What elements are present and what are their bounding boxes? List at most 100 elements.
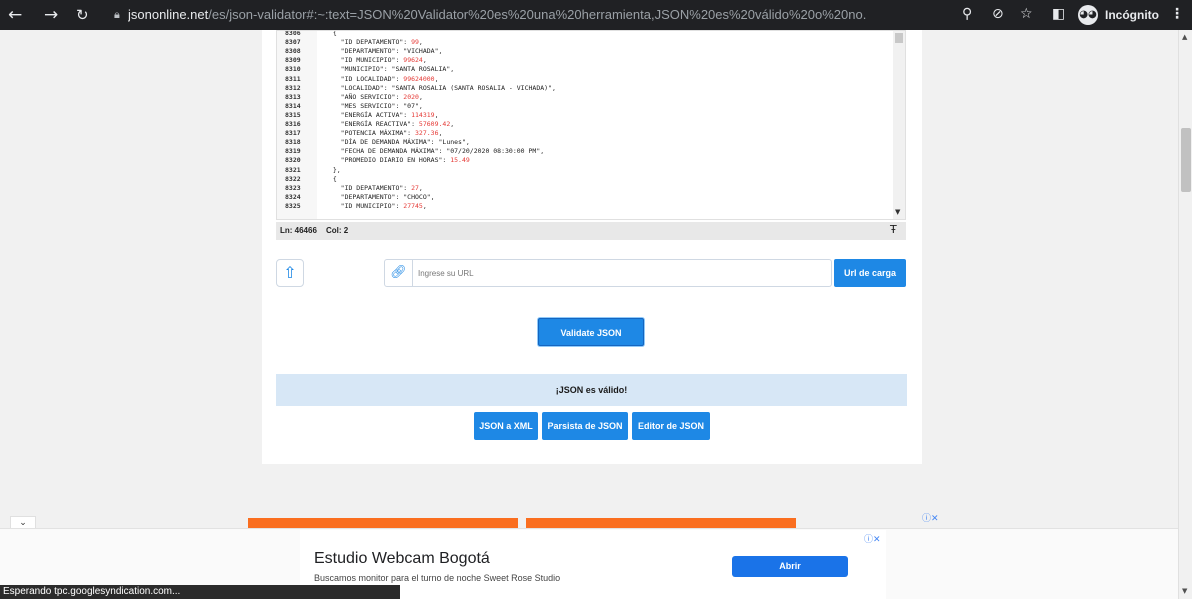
code-text: "ID DEPATAMENTO": 27, bbox=[325, 184, 423, 192]
format-icon[interactable]: Ŧ bbox=[890, 223, 897, 236]
editor-line[interactable]: 8324 "DEPARTAMENTO": "CHOCO", bbox=[277, 193, 877, 201]
load-url-button[interactable]: Url de carga bbox=[834, 259, 906, 287]
incognito-label: Incógnito bbox=[1105, 8, 1159, 22]
editor-line[interactable]: 8312 "LOCALIDAD": "SANTA ROSALIA (SANTA … bbox=[277, 84, 877, 92]
json-number: 2020 bbox=[403, 92, 419, 101]
editor-line[interactable]: 8307 "ID DEPATAMENTO": 99, bbox=[277, 38, 877, 46]
ad-banner-left[interactable] bbox=[248, 518, 518, 528]
json-key: "ID MUNICIPIO": bbox=[325, 201, 404, 210]
validate-json-button[interactable]: Validate JSON bbox=[538, 318, 644, 346]
json-number: 99624000 bbox=[403, 74, 435, 83]
reload-icon[interactable]: ↻ bbox=[76, 6, 89, 24]
address-text[interactable]: jsononline.net/es/json-validator#:~:text… bbox=[128, 7, 948, 22]
lock-icon[interactable]: 🔒︎ bbox=[114, 8, 120, 22]
editor-line[interactable]: 8325 "ID MUNICIPIO": 27745, bbox=[277, 202, 877, 210]
code-text: "DÍA DE DEMANDA MÁXIMA": "Lunes", bbox=[325, 138, 470, 147]
editor-line[interactable]: 8319 "FECHA DE DEMANDA MÁXIMA": "07/20/2… bbox=[277, 147, 877, 155]
eye-slash-icon[interactable]: ⊘ bbox=[992, 6, 1004, 22]
json-to-xml-button[interactable]: JSON a XML bbox=[474, 412, 538, 440]
ad-title[interactable]: Estudio Webcam Bogotá bbox=[314, 550, 490, 568]
line-number: 8314 bbox=[285, 101, 301, 110]
editor-line[interactable]: 8318 "DÍA DE DEMANDA MÁXIMA": "Lunes", bbox=[277, 138, 877, 146]
code-text: "ID DEPATAMENTO": 99, bbox=[325, 38, 423, 46]
editor-line[interactable]: 8322 { bbox=[277, 175, 877, 183]
line-number: 8317 bbox=[285, 129, 301, 138]
editor-line[interactable]: 8314 "MES SERVICIO": "07", bbox=[277, 102, 877, 110]
arrow-left-icon[interactable]: ← bbox=[8, 5, 22, 25]
json-punctuation: , bbox=[422, 56, 427, 65]
editor-line[interactable]: 8313 "AÑO SERVICIO": 2020, bbox=[277, 93, 877, 101]
json-key: "ID DEPATAMENTO": bbox=[325, 183, 412, 192]
ad-choices-icon[interactable]: ⓘ✕ bbox=[922, 511, 939, 524]
code-text: "PROMEDIO DIARIO EN HORAS": 15.49 bbox=[325, 156, 470, 164]
line-number: 8312 bbox=[285, 83, 301, 92]
address-bar[interactable]: 🔒︎ jsononline.net/es/json-validator#:~:t… bbox=[108, 3, 948, 27]
line-number: 8319 bbox=[285, 147, 301, 156]
json-key: "ID MUNICIPIO": bbox=[325, 56, 404, 65]
panel-icon[interactable]: ◧ bbox=[1052, 6, 1065, 22]
line-number: 8318 bbox=[285, 138, 301, 147]
editor-line[interactable]: 8308 "DEPARTAMENTO": "VICHADA", bbox=[277, 47, 877, 55]
code-text: "AÑO SERVICIO": 2020, bbox=[325, 93, 423, 101]
line-number: 8308 bbox=[285, 47, 301, 56]
code-text: "MUNICIPIO": "SANTA ROSALIA", bbox=[325, 65, 455, 74]
line-number: 8315 bbox=[285, 110, 301, 119]
editor-line[interactable]: 8323 "ID DEPATAMENTO": 27, bbox=[277, 184, 877, 192]
json-number: 57609.42 bbox=[418, 120, 451, 128]
json-number: 27 bbox=[411, 183, 419, 192]
editor-line[interactable]: 8320 "PROMEDIO DIARIO EN HORAS": 15.49 bbox=[277, 156, 877, 164]
magnifier-icon[interactable]: ⚲ bbox=[962, 6, 972, 22]
json-key: "AÑO SERVICIO": bbox=[325, 92, 404, 101]
json-number: 27745 bbox=[403, 201, 423, 210]
page-scrollbar[interactable]: ▲ ▼ bbox=[1178, 30, 1192, 599]
ad-description: Buscamos monitor para el turno de noche … bbox=[314, 573, 561, 583]
editor-line[interactable]: 8309 "ID MUNICIPIO": 99624, bbox=[277, 56, 877, 64]
code-text: "LOCALIDAD": "SANTA ROSALIA (SANTA ROSAL… bbox=[325, 83, 556, 92]
line-number: 8324 bbox=[285, 192, 301, 201]
code-text: "FECHA DE DEMANDA MÁXIMA": "07/20/2020 0… bbox=[325, 147, 545, 156]
json-punctuation: , bbox=[450, 120, 455, 128]
editor-statusbar: Ln: 46466 Col: 2 Ŧ bbox=[276, 222, 906, 240]
ad-close-icon[interactable]: ⓘ✕ bbox=[864, 532, 881, 545]
incognito-indicator[interactable]: ◕◕ Incógnito bbox=[1078, 5, 1159, 25]
validation-result: ¡JSON es válido! bbox=[276, 374, 907, 406]
json-key: "POTENCIA MÁXIMA": bbox=[325, 129, 416, 138]
editor-line[interactable]: 8306 { bbox=[277, 31, 877, 37]
json-editor-button[interactable]: Editor de JSON bbox=[632, 412, 710, 440]
editor-line[interactable]: 8321 }, bbox=[277, 166, 877, 174]
line-number: 8307 bbox=[285, 38, 301, 47]
scroll-down-icon[interactable]: ▼ bbox=[895, 208, 900, 216]
code-text: { bbox=[325, 174, 337, 183]
cursor-line: Ln: 46466 bbox=[280, 226, 317, 235]
json-editor[interactable]: 8306 {8307 "ID DEPATAMENTO": 99, 8308 "DE… bbox=[276, 30, 906, 220]
ad-banner-right[interactable] bbox=[526, 518, 796, 528]
editor-line[interactable]: 8316 "ENERGÍA REACTIVA": 57609.42, bbox=[277, 120, 877, 128]
editor-scrollbar[interactable]: ▼ bbox=[893, 31, 905, 219]
url-input-group: 🔗︎ bbox=[384, 259, 832, 287]
editor-line[interactable]: 8315 "ENERGÍA ACTIVA": 114319, bbox=[277, 111, 877, 119]
upload-icon[interactable]: ⇧ bbox=[276, 259, 304, 287]
page-scroll-thumb[interactable] bbox=[1181, 128, 1191, 192]
json-parser-button[interactable]: Parsista de JSON bbox=[542, 412, 628, 440]
line-number: 8316 bbox=[285, 120, 301, 128]
scroll-down-icon[interactable]: ▼ bbox=[1182, 587, 1187, 595]
star-icon[interactable]: ☆ bbox=[1020, 6, 1033, 22]
scroll-up-icon[interactable]: ▲ bbox=[1182, 33, 1187, 41]
editor-line[interactable]: 8310 "MUNICIPIO": "SANTA ROSALIA", bbox=[277, 65, 877, 73]
json-number: 114319 bbox=[411, 110, 435, 119]
url-input[interactable] bbox=[418, 264, 818, 282]
editor-scroll-thumb[interactable] bbox=[895, 33, 903, 43]
line-number: 8321 bbox=[285, 165, 301, 174]
ad-open-button[interactable]: Abrir bbox=[732, 556, 848, 577]
kebab-menu-icon[interactable]: ⋮ bbox=[1170, 6, 1184, 22]
editor-line[interactable]: 8317 "POTENCIA MÁXIMA": 327.36, bbox=[277, 129, 877, 137]
code-text: "DEPARTAMENTO": "CHOCO", bbox=[325, 192, 435, 201]
line-number: 8311 bbox=[285, 74, 301, 83]
code-text: }, bbox=[325, 165, 341, 174]
arrow-right-icon[interactable]: → bbox=[44, 5, 58, 25]
json-punctuation: , bbox=[418, 38, 423, 47]
json-number: 15.49 bbox=[450, 156, 470, 165]
json-punctuation: , bbox=[422, 201, 427, 210]
json-number: 99624 bbox=[403, 56, 423, 65]
editor-line[interactable]: 8311 "ID LOCALIDAD": 99624000, bbox=[277, 75, 877, 83]
